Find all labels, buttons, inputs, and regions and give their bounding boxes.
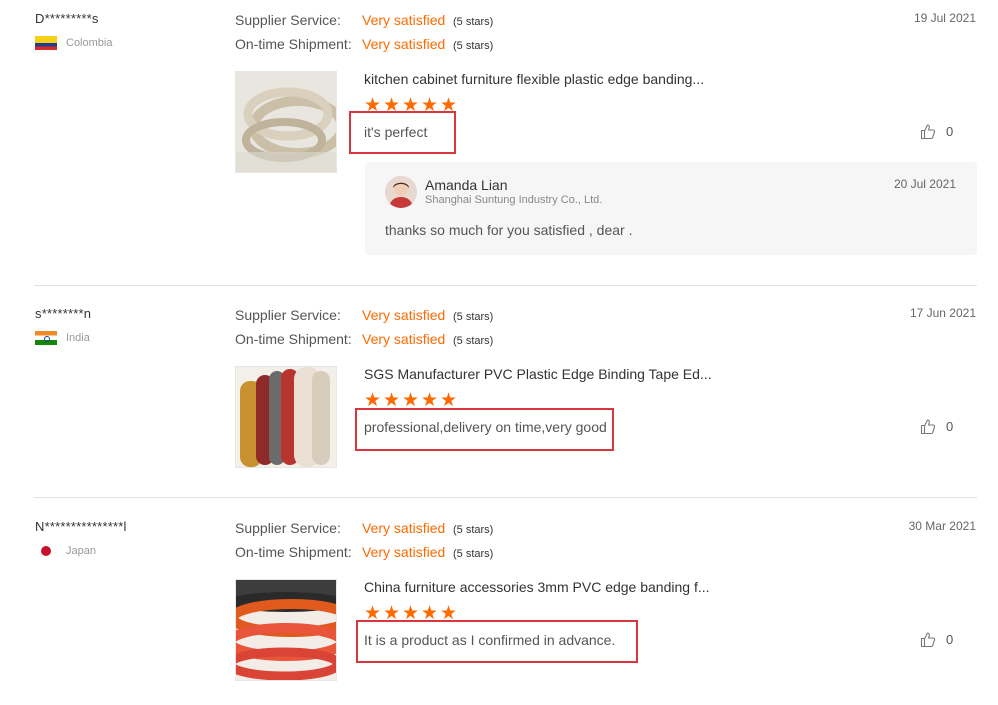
shipment-stars: (5 stars) (453, 40, 494, 52)
country-label: India (66, 332, 90, 344)
supplier-service-stars: (5 stars) (453, 16, 494, 28)
review-divider (34, 285, 977, 286)
supplier-service-stars: (5 stars) (453, 311, 494, 323)
thumbs-up-icon (920, 124, 936, 140)
review-date: 30 Mar 2021 (908, 519, 976, 533)
review-item: s********n India Supplier Service: Very … (0, 295, 998, 495)
thumbs-up-icon (920, 419, 936, 435)
review-comment: professional,delivery on time,very good (364, 419, 607, 435)
supplier-service-value: Very satisfied (362, 307, 446, 323)
india-flag-icon (35, 331, 57, 345)
product-thumbnail[interactable] (235, 366, 337, 468)
review-divider (34, 497, 977, 498)
avatar (385, 176, 417, 208)
shipment-value: Very satisfied (362, 544, 446, 560)
buyer-name: N***************l (35, 519, 127, 534)
buyer-name: D*********s (35, 11, 99, 26)
like-button[interactable]: 0 (920, 631, 953, 648)
like-button[interactable]: 0 (920, 418, 953, 435)
supplier-service-label: Supplier Service: (235, 307, 341, 323)
thumbs-up-icon (920, 632, 936, 648)
like-count: 0 (946, 632, 954, 647)
buyer-name: s********n (35, 306, 92, 321)
product-thumbnail[interactable] (235, 579, 337, 681)
japan-flag-icon (35, 544, 57, 558)
buyer-country: Colombia (35, 36, 112, 50)
like-button[interactable]: 0 (920, 123, 953, 140)
shipment-rating: On-time Shipment: Very satisfied (5 star… (235, 331, 493, 347)
supplier-reply: Amanda Lian Shanghai Suntung Industry Co… (365, 162, 977, 255)
colombia-flag-icon (35, 36, 57, 50)
like-count: 0 (946, 419, 954, 434)
reply-author-name: Amanda Lian (425, 177, 508, 193)
shipment-value: Very satisfied (362, 36, 446, 52)
review-date: 19 Jul 2021 (913, 11, 976, 25)
shipment-stars: (5 stars) (453, 335, 494, 347)
shipment-rating: On-time Shipment: Very satisfied (5 star… (235, 36, 493, 52)
country-label: Japan (66, 545, 96, 557)
shipment-value: Very satisfied (362, 331, 446, 347)
review-date: 17 Jun 2021 (909, 306, 976, 320)
product-thumbnail[interactable] (235, 71, 337, 173)
shipment-label: On-time Shipment: (235, 36, 352, 52)
shipment-stars: (5 stars) (453, 548, 494, 560)
buyer-country: Japan (35, 544, 96, 558)
reply-date: 20 Jul 2021 (893, 177, 956, 191)
shipment-label: On-time Shipment: (235, 331, 352, 347)
buyer-country: India (35, 331, 90, 345)
supplier-service-value: Very satisfied (362, 12, 446, 28)
supplier-service-rating: Supplier Service: Very satisfied (5 star… (235, 520, 493, 536)
shipment-label: On-time Shipment: (235, 544, 352, 560)
review-comment: It is a product as I confirmed in advanc… (364, 632, 616, 648)
product-title-link[interactable]: China furniture accessories 3mm PVC edge… (364, 579, 710, 595)
like-count: 0 (946, 124, 954, 139)
review-item: N***************l Japan Supplier Service… (0, 508, 998, 705)
reply-company: Shanghai Suntung Industry Co., Ltd. (425, 194, 603, 206)
product-title-link[interactable]: SGS Manufacturer PVC Plastic Edge Bindin… (364, 366, 712, 382)
product-title-link[interactable]: kitchen cabinet furniture flexible plast… (364, 71, 704, 87)
supplier-service-value: Very satisfied (362, 520, 446, 536)
review-comment: it's perfect (364, 124, 428, 140)
review-item: D*********s Colombia Supplier Service: V… (0, 0, 998, 286)
country-label: Colombia (66, 37, 113, 49)
supplier-service-rating: Supplier Service: Very satisfied (5 star… (235, 307, 493, 323)
supplier-service-label: Supplier Service: (235, 520, 341, 536)
shipment-rating: On-time Shipment: Very satisfied (5 star… (235, 544, 493, 560)
supplier-service-label: Supplier Service: (235, 12, 341, 28)
supplier-service-rating: Supplier Service: Very satisfied (5 star… (235, 12, 493, 28)
supplier-service-stars: (5 stars) (453, 524, 494, 536)
reply-text: thanks so much for you satisfied , dear … (385, 222, 633, 238)
